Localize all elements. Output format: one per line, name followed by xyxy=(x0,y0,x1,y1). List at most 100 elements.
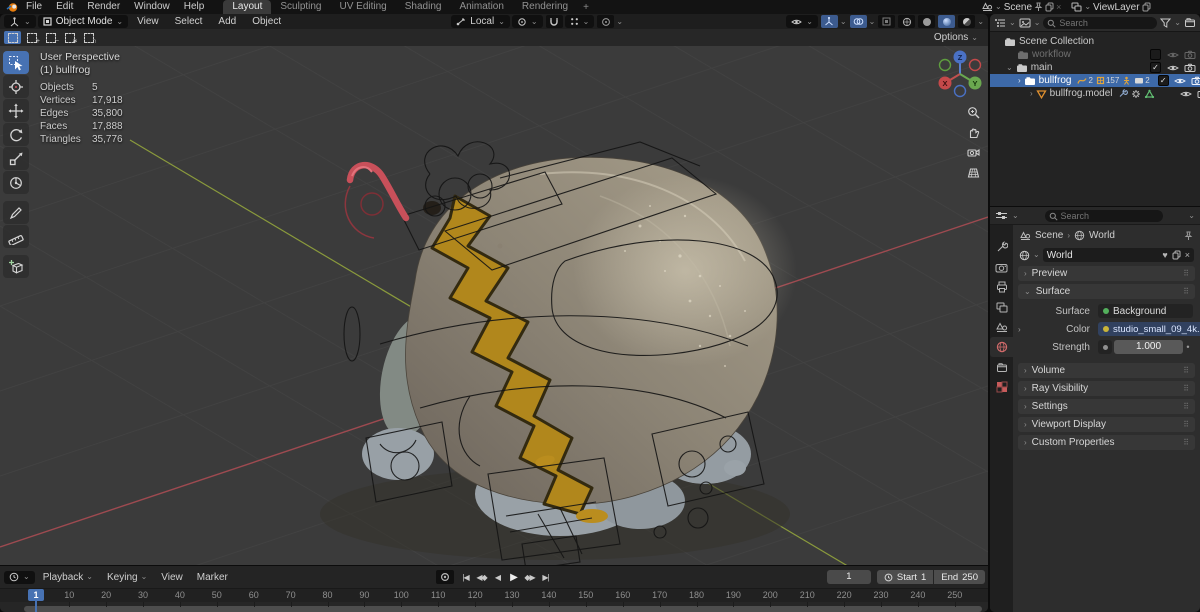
pin-icon[interactable] xyxy=(1184,231,1193,241)
end-frame-field[interactable]: End 250 xyxy=(934,570,985,584)
render-camera-icon[interactable] xyxy=(1184,50,1196,59)
shading-wireframe-button[interactable] xyxy=(898,15,916,28)
3d-viewport[interactable]: User Perspective (1) bullfrog Objects 5 V… xyxy=(0,46,988,565)
panel-settings[interactable]: › Settings ⠿ xyxy=(1018,399,1195,414)
overlays-chevron[interactable]: ⌄ xyxy=(869,17,876,26)
fake-user-icon[interactable]: ♥ xyxy=(1162,250,1167,260)
menu-keying[interactable]: Keying ⌄ xyxy=(101,572,153,583)
viewlayer-dropdown-chevron[interactable]: ⌄ xyxy=(1084,3,1091,11)
menu-marker[interactable]: Marker xyxy=(191,572,234,583)
panel-preview[interactable]: › Preview ⠿ xyxy=(1018,266,1195,281)
tab-uv-editing[interactable]: UV Editing xyxy=(331,0,396,14)
tab-scene[interactable] xyxy=(990,317,1013,337)
shading-material-button[interactable] xyxy=(938,15,956,28)
tab-render[interactable] xyxy=(990,257,1013,277)
proportional-editing-toggle[interactable] xyxy=(597,15,615,28)
new-viewlayer-icon[interactable] xyxy=(1142,2,1151,12)
drag-handle[interactable]: ⠿ xyxy=(1183,420,1189,429)
hide-eye-icon[interactable] xyxy=(1166,64,1179,72)
new-scene-icon[interactable] xyxy=(1045,2,1054,12)
menu-edit[interactable]: Edit xyxy=(49,0,80,14)
menu-file[interactable]: File xyxy=(19,0,49,14)
gizmo-neg-x[interactable] xyxy=(968,58,982,72)
drag-handle[interactable]: ⠿ xyxy=(1183,269,1189,278)
strength-socket-button[interactable] xyxy=(1098,340,1112,354)
timeline-scrollbar[interactable] xyxy=(24,606,982,612)
outliner-row-scene-collection[interactable]: Scene Collection xyxy=(990,35,1200,48)
expand-chevron[interactable]: › xyxy=(1030,89,1033,98)
tool-scale[interactable] xyxy=(3,147,29,170)
tab-world[interactable] xyxy=(990,337,1013,357)
strength-keyframe-dot[interactable]: • xyxy=(1183,342,1193,352)
show-overlays-toggle[interactable] xyxy=(849,15,867,28)
unlink-scene-icon[interactable]: × xyxy=(1056,2,1061,12)
timeline-editor-type[interactable]: ⌄ xyxy=(4,570,35,584)
filter-image-chevron[interactable]: ⌄ xyxy=(1034,18,1041,27)
play-reverse-button[interactable]: ◀ xyxy=(490,570,505,584)
panel-viewport-display[interactable]: › Viewport Display ⠿ xyxy=(1018,417,1195,432)
world-icon[interactable] xyxy=(1019,250,1030,261)
hide-eye-icon[interactable] xyxy=(1180,90,1192,98)
blender-logo-icon[interactable] xyxy=(6,2,19,13)
world-name-field[interactable]: World ♥ × xyxy=(1042,248,1194,262)
tool-cursor[interactable] xyxy=(3,75,29,98)
strength-slider[interactable]: 1.000 xyxy=(1114,340,1183,354)
gizmo-neg-y[interactable] xyxy=(938,58,952,72)
tab-layout[interactable]: Layout xyxy=(223,0,272,14)
options-dropdown[interactable]: Options ⌄ xyxy=(928,32,984,43)
tab-collection[interactable] xyxy=(990,357,1013,377)
auto-keying-toggle[interactable] xyxy=(436,570,454,584)
outliner-row-bullfrog[interactable]: › bullfrog 2 157 2 ✓ xyxy=(990,74,1200,87)
pivot-point-selector[interactable]: ⌄ xyxy=(511,15,543,28)
pin-icon[interactable] xyxy=(1034,2,1043,12)
menu-render[interactable]: Render xyxy=(80,0,127,14)
render-camera-icon[interactable] xyxy=(1191,76,1200,85)
panel-ray-visibility[interactable]: › Ray Visibility ⠿ xyxy=(1018,381,1195,396)
properties-search-input[interactable] xyxy=(1044,209,1163,222)
render-camera-icon[interactable] xyxy=(1184,63,1196,72)
playhead[interactable]: 1 xyxy=(28,589,44,601)
tool-transform[interactable] xyxy=(3,171,29,194)
hide-eye-icon[interactable] xyxy=(1174,77,1187,85)
outliner-row-bullfrog-model[interactable]: › bullfrog.model xyxy=(990,87,1200,100)
tab-view-layer[interactable] xyxy=(990,297,1013,317)
ortho-grid-icon[interactable] xyxy=(965,164,982,181)
breadcrumb-scene[interactable]: Scene xyxy=(1035,230,1063,241)
menu-select[interactable]: Select xyxy=(168,14,210,29)
bullfrog-model[interactable] xyxy=(320,156,797,560)
select-mode-extend[interactable]: + xyxy=(23,31,40,45)
next-keyframe-button[interactable]: ◆▶ xyxy=(522,570,537,584)
new-datablock-icon[interactable] xyxy=(1172,250,1181,260)
color-image-field[interactable]: studio_small_09_4k.exr xyxy=(1098,322,1200,336)
shading-rendered-button[interactable] xyxy=(958,15,976,28)
outliner-search[interactable] xyxy=(1043,16,1158,29)
menu-object[interactable]: Object xyxy=(245,14,288,29)
navigation-gizmo[interactable]: Z X Y xyxy=(934,47,986,99)
expand-chevron[interactable]: ⌄ xyxy=(1006,63,1013,72)
pan-hand-icon[interactable] xyxy=(965,124,982,141)
shading-chevron[interactable]: ⌄ xyxy=(977,17,984,26)
menu-window[interactable]: Window xyxy=(127,0,177,14)
outliner-display-mode-icon[interactable] xyxy=(994,18,1006,28)
tab-tool[interactable] xyxy=(990,237,1013,257)
world-browse-chevron[interactable]: ⌄ xyxy=(1033,251,1040,259)
tool-measure[interactable] xyxy=(3,225,29,248)
properties-type-chevron[interactable]: ⌄ xyxy=(1012,211,1019,220)
tool-move[interactable] xyxy=(3,99,29,122)
tab-output[interactable] xyxy=(990,277,1013,297)
exclude-checkbox[interactable] xyxy=(1150,49,1161,60)
viewlayer-selector[interactable]: ViewLayer xyxy=(1093,2,1140,13)
outliner-search-input[interactable] xyxy=(1043,16,1158,29)
tool-add-cube[interactable] xyxy=(3,255,29,278)
menu-timeline-view[interactable]: View xyxy=(155,572,189,583)
surface-shader-field[interactable]: Background xyxy=(1098,304,1193,318)
panel-surface[interactable]: ⌄ Surface ⠿ xyxy=(1018,284,1195,299)
snap-settings-selector[interactable]: ⌄ xyxy=(564,15,595,28)
display-mode-chevron[interactable]: ⌄ xyxy=(1009,18,1016,27)
add-workspace-button[interactable]: + xyxy=(577,2,595,14)
scene-dropdown-chevron[interactable]: ⌄ xyxy=(995,3,1002,11)
timeline-ruler[interactable]: 10 20 30 40 50 60 70 80 90 100 110 120 130 140 150 160 1… xyxy=(0,588,988,602)
transform-orientation-selector[interactable]: Local ⌄ xyxy=(451,15,510,28)
properties-options-chevron[interactable]: ⌄ xyxy=(1188,211,1195,220)
select-mode-invert[interactable]: ∗ xyxy=(61,31,78,45)
